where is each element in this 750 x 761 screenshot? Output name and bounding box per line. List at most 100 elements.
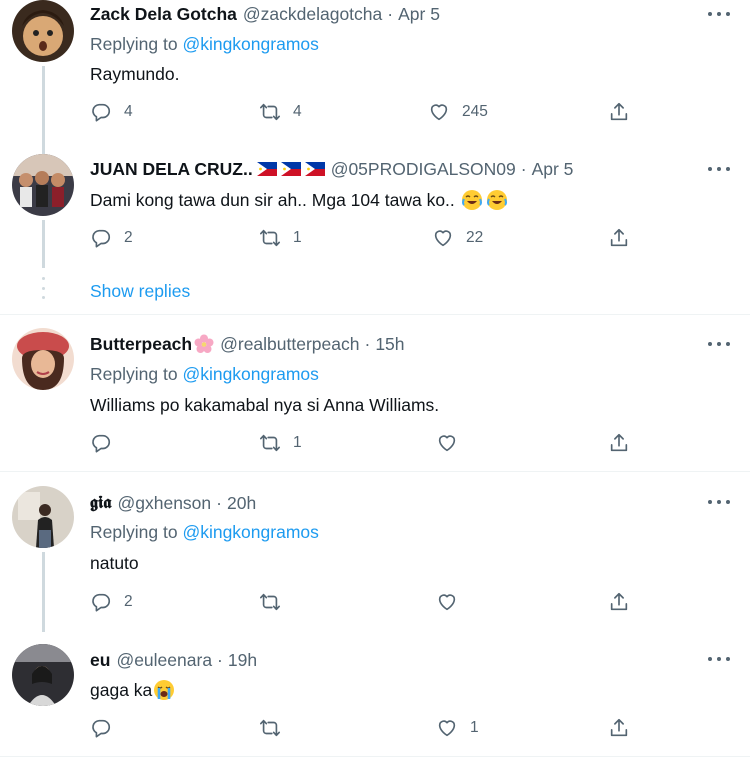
mention-link[interactable]: @kingkongramos bbox=[182, 34, 318, 54]
avatar[interactable] bbox=[12, 0, 74, 62]
reply-button[interactable] bbox=[90, 432, 124, 454]
separator: · bbox=[520, 158, 527, 179]
share-icon bbox=[608, 101, 630, 123]
replying-to: Replying to @kingkongramos bbox=[90, 364, 319, 385]
retweet-count: 1 bbox=[293, 229, 302, 246]
divider bbox=[0, 756, 750, 757]
tweet-header: Zack Dela Gotcha @zackdelagotcha · Apr 5 bbox=[90, 2, 440, 26]
like-icon bbox=[436, 717, 458, 739]
share-button[interactable] bbox=[608, 717, 630, 739]
thread-line bbox=[42, 552, 45, 632]
share-icon bbox=[608, 432, 630, 454]
divider bbox=[0, 314, 750, 315]
cherry-blossom-icon bbox=[194, 334, 214, 353]
avatar[interactable] bbox=[12, 154, 74, 216]
like-button[interactable] bbox=[436, 432, 470, 454]
like-button[interactable]: 1 bbox=[436, 717, 479, 739]
retweet-button[interactable]: 1 bbox=[259, 227, 302, 249]
like-button[interactable] bbox=[436, 591, 470, 613]
avatar[interactable] bbox=[12, 486, 74, 548]
retweet-count: 4 bbox=[293, 103, 302, 120]
separator: · bbox=[364, 333, 371, 354]
share-icon bbox=[608, 227, 630, 249]
timestamp[interactable]: Apr 5 bbox=[532, 159, 574, 180]
replying-prefix: Replying to bbox=[90, 34, 178, 54]
like-button[interactable]: 22 bbox=[432, 227, 483, 249]
share-button[interactable] bbox=[608, 591, 630, 613]
retweet-button[interactable] bbox=[259, 717, 293, 739]
more-icon[interactable] bbox=[708, 649, 730, 669]
replying-to: Replying to @kingkongramos bbox=[90, 34, 319, 55]
tweet-header: Butterpeach @realbutterpeach · 15h bbox=[90, 332, 405, 356]
handle[interactable]: @zackdelagotcha bbox=[243, 4, 382, 25]
display-name[interactable]: JUAN DELA CRUZ.. bbox=[90, 159, 253, 180]
reply-icon bbox=[90, 101, 112, 123]
tweet-header: JUAN DELA CRUZ.. @05PRODIGALSON09 · Apr … bbox=[90, 157, 573, 181]
divider bbox=[0, 471, 750, 472]
more-icon[interactable] bbox=[708, 4, 730, 24]
separator: · bbox=[216, 492, 222, 513]
reply-button[interactable]: 4 bbox=[90, 101, 133, 123]
retweet-button[interactable]: 4 bbox=[259, 101, 302, 123]
retweet-icon bbox=[259, 101, 281, 123]
thread-line bbox=[42, 220, 45, 268]
reply-icon bbox=[90, 227, 112, 249]
timestamp[interactable]: Apr 5 bbox=[398, 4, 440, 25]
share-button[interactable] bbox=[608, 101, 630, 123]
like-button[interactable]: 245 bbox=[428, 101, 488, 123]
reply-button[interactable]: 2 bbox=[90, 591, 133, 613]
share-button[interactable] bbox=[608, 432, 630, 454]
mention-link[interactable]: @kingkongramos bbox=[182, 522, 318, 542]
more-icon[interactable] bbox=[708, 334, 730, 354]
reply-button[interactable]: 2 bbox=[90, 227, 133, 249]
timestamp[interactable]: 19h bbox=[228, 650, 257, 671]
separator: · bbox=[217, 649, 223, 670]
retweet-button[interactable] bbox=[259, 591, 293, 613]
handle[interactable]: @realbutterpeach bbox=[220, 334, 359, 355]
replying-prefix: Replying to bbox=[90, 522, 178, 542]
display-name[interactable]: 𝖌𝖎𝖆 bbox=[90, 493, 111, 513]
tweet-text: Dami kong tawa dun sir ah.. Mga 104 tawa… bbox=[90, 189, 508, 211]
timestamp[interactable]: 15h bbox=[375, 334, 404, 355]
crying-laughing-emoji bbox=[461, 190, 482, 210]
crying-laughing-emoji bbox=[486, 190, 507, 210]
mention-link[interactable]: @kingkongramos bbox=[182, 364, 318, 384]
handle[interactable]: @gxhenson bbox=[117, 493, 211, 514]
display-name[interactable]: eu bbox=[90, 650, 110, 671]
share-button[interactable] bbox=[608, 227, 630, 249]
more-icon[interactable] bbox=[708, 492, 730, 512]
tweet-header: eu @euleenara · 19h bbox=[90, 648, 257, 672]
display-name[interactable]: Butterpeach bbox=[90, 334, 192, 355]
show-replies-link[interactable]: Show replies bbox=[90, 281, 190, 302]
replying-prefix: Replying to bbox=[90, 364, 178, 384]
handle[interactable]: @05PRODIGALSON09 bbox=[331, 159, 516, 180]
retweet-icon bbox=[259, 717, 281, 739]
retweet-button[interactable]: 1 bbox=[259, 432, 302, 454]
like-icon bbox=[428, 101, 450, 123]
ph-flag-icon bbox=[253, 162, 325, 176]
retweet-icon bbox=[259, 432, 281, 454]
reply-count: 2 bbox=[124, 229, 133, 246]
retweet-count: 1 bbox=[293, 434, 302, 451]
handle[interactable]: @euleenara bbox=[116, 650, 212, 671]
more-icon[interactable] bbox=[708, 159, 730, 179]
reply-icon bbox=[90, 717, 112, 739]
separator: · bbox=[387, 3, 394, 24]
reply-icon bbox=[90, 591, 112, 613]
tweet-text: natuto bbox=[90, 553, 139, 573]
reply-count: 2 bbox=[124, 593, 133, 610]
tweet-text: Williams po kakamabal nya si Anna Willia… bbox=[90, 395, 440, 415]
replying-to: Replying to @kingkongramos bbox=[90, 522, 319, 543]
display-name[interactable]: Zack Dela Gotcha bbox=[90, 4, 237, 25]
retweet-icon bbox=[259, 227, 281, 249]
timestamp[interactable]: 20h bbox=[227, 493, 256, 514]
reply-icon bbox=[90, 432, 112, 454]
share-icon bbox=[608, 717, 630, 739]
avatar[interactable] bbox=[12, 328, 74, 390]
reply-button[interactable] bbox=[90, 717, 124, 739]
share-icon bbox=[608, 591, 630, 613]
avatar[interactable] bbox=[12, 644, 74, 706]
tweet-text: Raymundo. bbox=[90, 64, 180, 84]
thread-line bbox=[42, 66, 45, 154]
like-count: 22 bbox=[466, 229, 484, 246]
